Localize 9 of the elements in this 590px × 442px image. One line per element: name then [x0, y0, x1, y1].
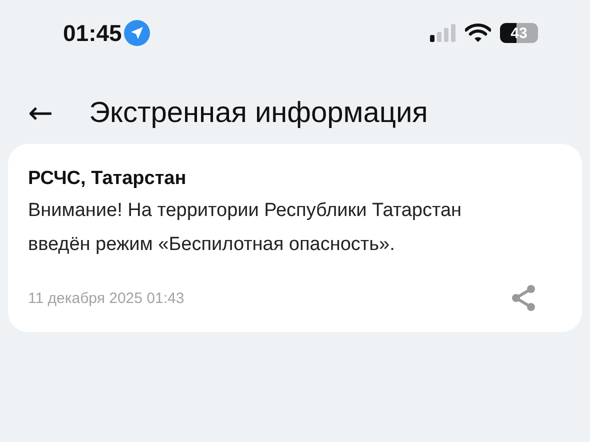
back-button[interactable]: ←	[22, 96, 60, 130]
share-icon[interactable]	[510, 284, 538, 312]
alert-date: 11 декабря 2025 01:43	[28, 290, 184, 306]
page-title: Экстренная информация	[89, 96, 428, 130]
alert-source: РСЧС, Татарстан	[28, 168, 188, 190]
status-time: 01:45	[63, 20, 122, 46]
wifi-icon	[465, 23, 491, 43]
signal-icon	[430, 23, 456, 43]
alert-message: Внимание! На территории Республики Татарстан введён режим «Беспилотная опасность».	[28, 199, 463, 257]
